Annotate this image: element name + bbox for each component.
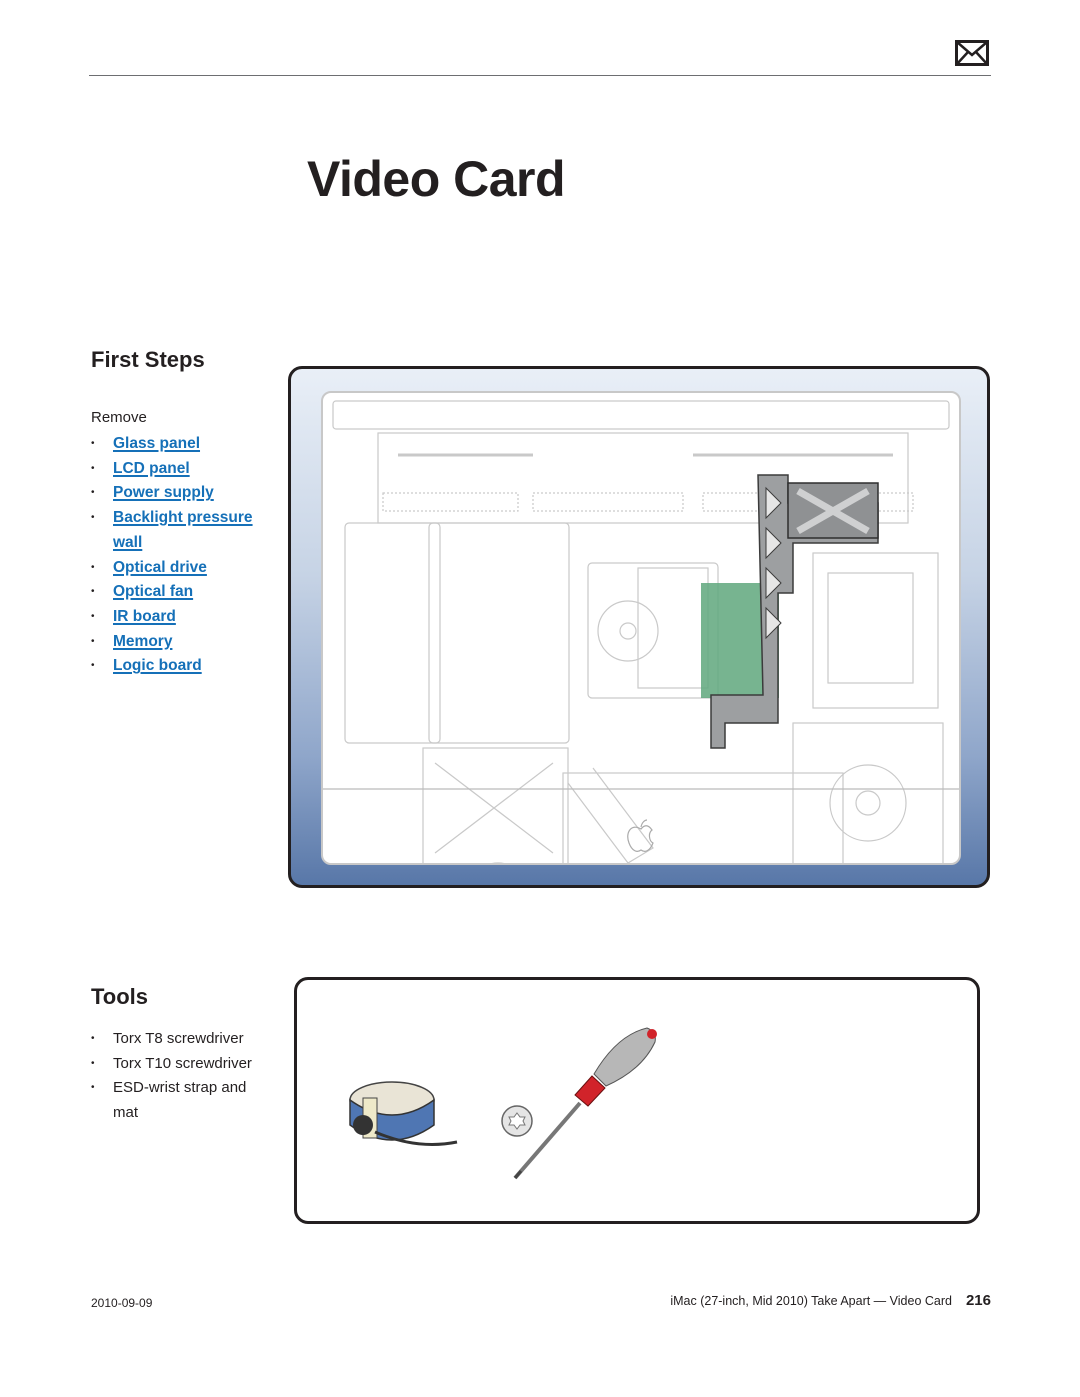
tools-list: Torx T8 screwdriver Torx T10 screwdriver… (91, 1027, 271, 1126)
imac-chassis (321, 391, 961, 885)
remove-label: Remove (91, 409, 147, 426)
header-divider (89, 75, 991, 76)
page-number: 216 (965, 1292, 991, 1309)
imac-internals-diagram (323, 400, 959, 885)
wrist-strap-icon (349, 1081, 458, 1146)
link-ir-board[interactable]: IR board (113, 608, 176, 625)
screwdriver-icon (513, 1027, 657, 1180)
link-backlight-pressure-wall[interactable]: Backlight pressure wall (113, 509, 253, 551)
first-steps-heading: First Steps (91, 347, 205, 372)
list-item: Memory (91, 630, 271, 655)
link-optical-drive[interactable]: Optical drive (113, 559, 207, 576)
list-item: Backlight pressure wall (91, 506, 271, 555)
apple-logo (627, 819, 654, 852)
imac-internals-figure (288, 366, 990, 888)
list-item: ESD-wrist strap and mat (91, 1076, 271, 1125)
list-item: Torx T10 screwdriver (91, 1052, 271, 1077)
link-lcd-panel[interactable]: LCD panel (113, 460, 190, 477)
link-glass-panel[interactable]: Glass panel (113, 435, 200, 452)
tools-heading: Tools (91, 984, 149, 1009)
link-optical-fan[interactable]: Optical fan (113, 583, 193, 600)
list-item: Power supply (91, 481, 271, 506)
list-item: Optical drive (91, 556, 271, 581)
torx-screw-icon (501, 1105, 533, 1137)
link-power-supply[interactable]: Power supply (113, 484, 214, 501)
list-item: Torx T8 screwdriver (91, 1027, 271, 1052)
page-title: Video Card (307, 151, 566, 207)
list-item: Logic board (91, 654, 271, 679)
list-item: Glass panel (91, 432, 271, 457)
link-memory[interactable]: Memory (113, 633, 172, 650)
list-item: Optical fan (91, 580, 271, 605)
tools-figure (294, 977, 980, 1224)
mail-icon[interactable] (955, 40, 989, 66)
footer-doc-title: iMac (27-inch, Mid 2010) Take Apart — Vi… (670, 1294, 952, 1308)
list-item: LCD panel (91, 457, 271, 482)
link-logic-board[interactable]: Logic board (113, 657, 202, 674)
prerequisite-links: Glass panel LCD panel Power supply Backl… (91, 432, 271, 679)
footer-doc-info: iMac (27-inch, Mid 2010) Take Apart — Vi… (670, 1292, 991, 1309)
footer-date: 2010-09-09 (91, 1296, 153, 1310)
list-item: IR board (91, 605, 271, 630)
